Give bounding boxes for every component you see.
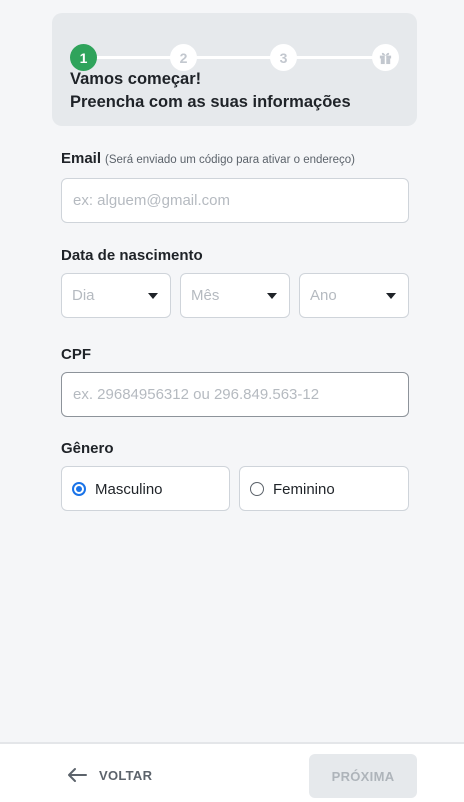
- email-label-row: Email (Será enviado um código para ativar…: [61, 150, 355, 167]
- day-select-value: Dia: [72, 287, 95, 304]
- step-2: 2: [170, 44, 197, 71]
- gender-option-feminino[interactable]: Feminino: [239, 466, 409, 511]
- caret-down-icon: [267, 293, 277, 299]
- back-button-label: VOLTAR: [99, 767, 153, 783]
- gender-option-label: Feminino: [273, 481, 335, 498]
- year-select-value: Ano: [310, 287, 337, 304]
- step-3: 3: [270, 44, 297, 71]
- gender-option-label: Masculino: [95, 481, 163, 498]
- step-1: 1: [70, 44, 97, 71]
- radio-selected-icon[interactable]: [72, 482, 86, 496]
- next-button[interactable]: PRÓXIMA: [309, 754, 417, 798]
- gift-icon: [378, 50, 393, 65]
- gender-option-masculino[interactable]: Masculino: [61, 466, 230, 511]
- email-hint: (Será enviado um código para ativar o en…: [105, 154, 355, 166]
- month-select[interactable]: Mês: [180, 273, 290, 318]
- cpf-label: CPF: [61, 346, 91, 363]
- email-input[interactable]: [62, 179, 408, 222]
- cpf-field-box: [61, 372, 409, 417]
- gender-label: Gênero: [61, 440, 114, 457]
- caret-down-icon: [386, 293, 396, 299]
- birthdate-label: Data de nascimento: [61, 247, 203, 264]
- arrow-left-icon: [66, 767, 88, 783]
- email-label: Email: [61, 150, 102, 167]
- stepper-title-line1: Vamos começar!: [70, 70, 202, 88]
- stepper-track: [84, 56, 384, 59]
- step-final: [372, 44, 399, 71]
- month-select-value: Mês: [191, 287, 220, 304]
- footer-bar: VOLTAR PRÓXIMA: [0, 742, 464, 802]
- year-select[interactable]: Ano: [299, 273, 409, 318]
- day-select[interactable]: Dia: [61, 273, 171, 318]
- radio-unselected-icon[interactable]: [250, 482, 264, 496]
- stepper-title-line2: Preencha com as suas informações: [70, 93, 351, 111]
- cpf-input[interactable]: [62, 373, 408, 416]
- caret-down-icon: [148, 293, 158, 299]
- back-button[interactable]: VOLTAR: [66, 763, 152, 787]
- email-field-box: [61, 178, 409, 223]
- stepper-title: Vamos começar! Preencha com as suas info…: [70, 68, 400, 114]
